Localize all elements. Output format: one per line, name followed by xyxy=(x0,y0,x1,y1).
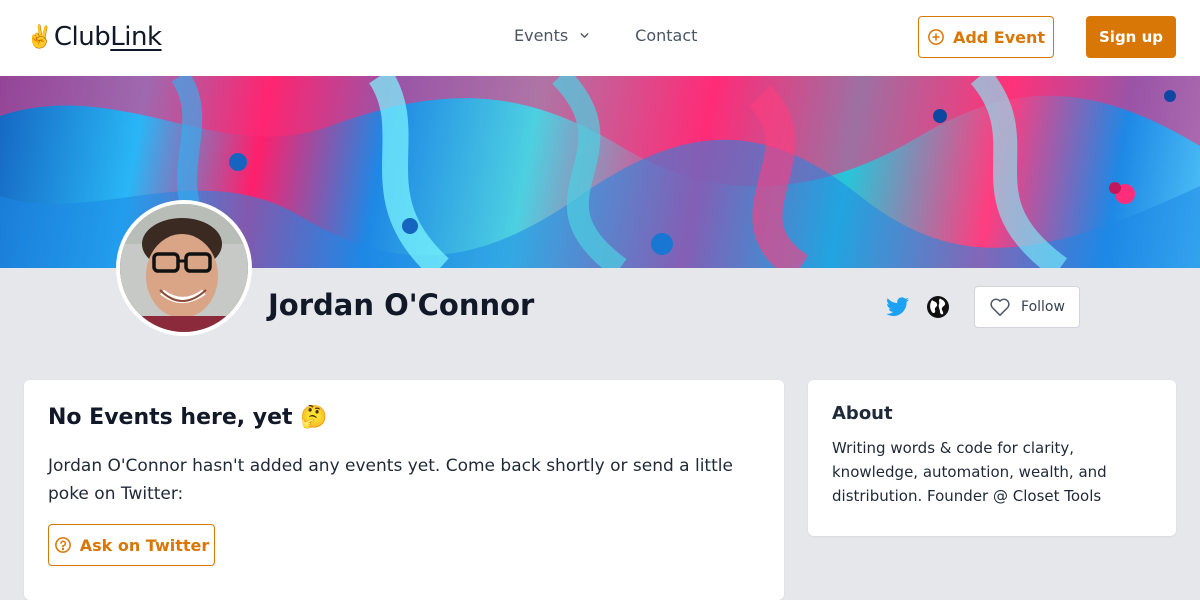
ask-on-twitter-button[interactable]: Ask on Twitter xyxy=(48,524,215,566)
profile-name: Jordan O'Connor xyxy=(268,288,535,322)
events-empty-message: Jordan O'Connor hasn't added any events … xyxy=(48,456,733,504)
add-event-button[interactable]: Add Event xyxy=(918,16,1054,58)
globe-icon[interactable] xyxy=(926,295,950,323)
add-event-label: Add Event xyxy=(952,27,1046,47)
chevron-down-icon xyxy=(580,33,589,38)
sign-up-button[interactable]: Sign up xyxy=(1086,16,1176,58)
question-circle-icon xyxy=(54,537,71,553)
top-navbar: ✌️ Club Link Events Contact Add Event Sig… xyxy=(0,0,1200,76)
about-description: Writing words & code for clarity, knowle… xyxy=(832,439,1107,505)
follow-button[interactable]: Follow xyxy=(974,286,1080,328)
avatar-photo xyxy=(120,204,248,332)
twitter-icon[interactable] xyxy=(886,295,910,323)
profile-avatar xyxy=(116,200,252,336)
logo-text-link: Link xyxy=(110,22,162,52)
nav-contact-link[interactable]: Contact xyxy=(635,26,697,45)
plus-circle-icon xyxy=(928,29,944,45)
logo-text-club: Club xyxy=(53,22,111,52)
heart-icon xyxy=(990,298,1010,317)
ask-on-twitter-label: Ask on Twitter xyxy=(79,535,210,555)
main-nav: Events Contact xyxy=(514,26,697,45)
follow-label: Follow xyxy=(1021,299,1065,315)
clublink-logo[interactable]: ✌️ Club Link xyxy=(26,22,162,52)
victory-hand-icon: ✌️ xyxy=(26,24,53,50)
nav-events-label: Events xyxy=(514,26,569,45)
events-empty-title: No Events here, yet 🤔 xyxy=(48,405,328,430)
about-title: About xyxy=(832,403,893,424)
nav-events-dropdown[interactable]: Events xyxy=(514,26,591,45)
